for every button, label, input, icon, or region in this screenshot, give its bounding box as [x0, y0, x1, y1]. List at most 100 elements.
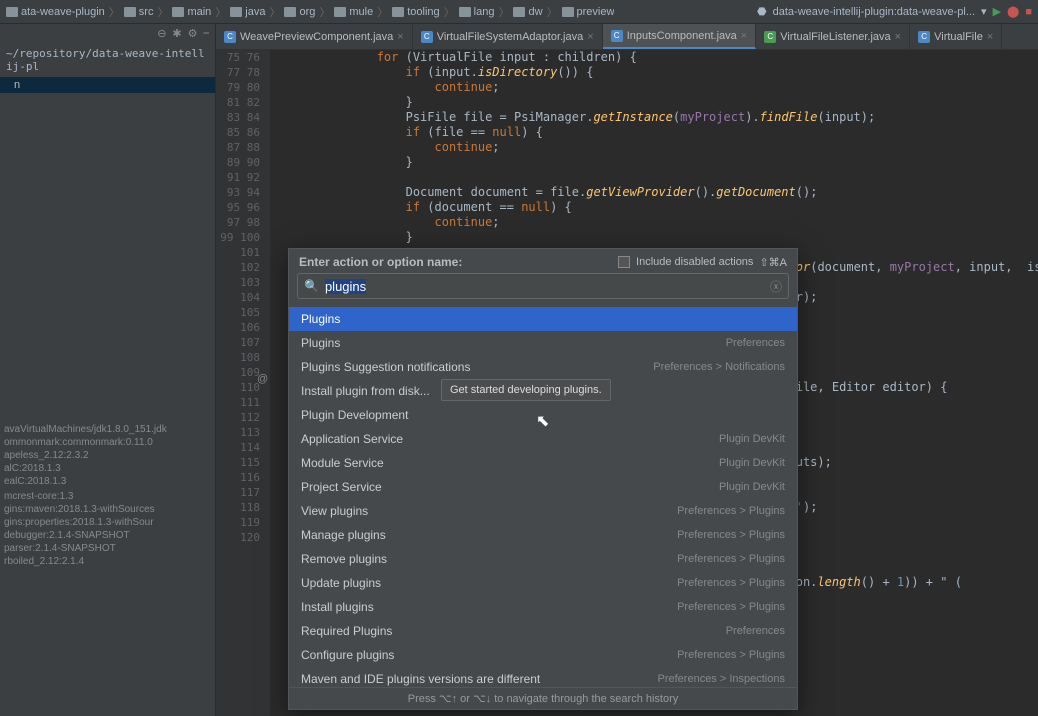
- result-context: Preferences: [726, 625, 785, 637]
- chevron-right-icon: 〉: [319, 4, 330, 20]
- breadcrumb-item[interactable]: main: [172, 6, 211, 18]
- editor-tab[interactable]: CVirtualFileListener.java×: [756, 24, 910, 49]
- result-context: Preferences > Plugins: [677, 577, 785, 589]
- breadcrumb-label: src: [139, 6, 154, 18]
- result-context: Preferences > Plugins: [677, 553, 785, 565]
- run-config-label: data-weave-intellij-plugin:data-weave-pl…: [773, 6, 975, 18]
- chevron-right-icon: 〉: [444, 4, 455, 20]
- search-result[interactable]: Configure plugins Preferences > Plugins: [289, 643, 797, 667]
- search-result[interactable]: Install pluginsPreferences > Plugins: [289, 595, 797, 619]
- library-entry[interactable]: mcrest-core:1.3: [0, 490, 215, 503]
- library-entry[interactable]: ommonmark:commonmark:0.11.0: [0, 436, 215, 449]
- breadcrumb-item[interactable]: mule: [334, 6, 373, 18]
- search-input[interactable]: [319, 279, 770, 294]
- clear-icon[interactable]: ⓧ: [770, 278, 782, 295]
- close-icon[interactable]: ×: [895, 31, 901, 43]
- search-result[interactable]: View pluginsPreferences > Plugins: [289, 499, 797, 523]
- library-entry[interactable]: gins:maven:2018.1.3-withSources: [0, 503, 215, 516]
- breadcrumb-item[interactable]: ata-weave-plugin: [6, 6, 105, 18]
- breadcrumb-label: org: [299, 6, 315, 18]
- tab-label: WeavePreviewComponent.java: [240, 31, 393, 43]
- breadcrumb-label: java: [245, 6, 265, 18]
- search-results: PluginsPluginsPreferencesPlugins Suggest…: [289, 307, 797, 687]
- tooltip: Get started developing plugins.: [441, 379, 611, 401]
- library-entry[interactable]: alC:2018.1.3: [0, 462, 215, 475]
- file-type-icon: C: [224, 31, 236, 43]
- tab-label: InputsComponent.java: [627, 30, 737, 42]
- search-icon: 🔍: [304, 279, 319, 293]
- gear-icon[interactable]: ⚙: [188, 27, 198, 40]
- result-label: Project Service: [301, 480, 382, 494]
- editor-tab[interactable]: C WeavePreviewComponent.java ×: [216, 24, 413, 49]
- result-context: Plugin DevKit: [719, 481, 785, 493]
- tab-label: VirtualFile: [934, 31, 983, 43]
- tab-label: VirtualFileListener.java: [780, 31, 890, 43]
- result-context: Preferences > Plugins: [677, 649, 785, 661]
- editor-tab[interactable]: C VirtualFile ×: [910, 24, 1002, 49]
- search-result[interactable]: Plugins Suggestion notificationsPreferen…: [289, 355, 797, 379]
- hide-icon[interactable]: ⎯: [204, 27, 210, 40]
- library-entry[interactable]: gins:properties:2018.1.3-withSour: [0, 516, 215, 529]
- run-icon[interactable]: ▶: [993, 5, 1001, 18]
- override-marker-icon: @: [257, 373, 268, 385]
- library-entry[interactable]: apeless_2.12:2.3.2: [0, 449, 215, 462]
- result-label: Install plugins: [301, 600, 374, 614]
- close-icon[interactable]: ×: [587, 31, 593, 43]
- close-icon[interactable]: ×: [987, 31, 993, 43]
- chevron-right-icon: 〉: [157, 4, 168, 20]
- include-disabled-checkbox[interactable]: [618, 256, 630, 268]
- breadcrumb-label: ata-weave-plugin: [21, 6, 105, 18]
- popup-shortcut: ⇧⌘A: [759, 256, 787, 269]
- breadcrumb-item[interactable]: src: [124, 6, 154, 18]
- result-context: Plugin DevKit: [719, 457, 785, 469]
- search-result[interactable]: Manage pluginsPreferences > Plugins: [289, 523, 797, 547]
- breadcrumb-item[interactable]: lang: [459, 6, 495, 18]
- folder-icon: [334, 7, 346, 17]
- search-result[interactable]: Remove plugins Preferences > Plugins: [289, 547, 797, 571]
- search-result[interactable]: Plugins: [289, 307, 797, 331]
- search-result[interactable]: Plugin Development: [289, 403, 797, 427]
- run-configuration[interactable]: ⬣ data-weave-intellij-plugin:data-weave-…: [757, 5, 1032, 18]
- chevron-right-icon: 〉: [547, 4, 558, 20]
- folder-icon: [6, 7, 18, 17]
- search-result[interactable]: Update pluginsPreferences > Plugins: [289, 571, 797, 595]
- search-result[interactable]: Project Service Plugin DevKit: [289, 475, 797, 499]
- editor-tab[interactable]: CInputsComponent.java×: [603, 24, 757, 49]
- debug-icon[interactable]: ⬤: [1007, 5, 1019, 18]
- stop-icon[interactable]: ■: [1025, 6, 1032, 18]
- breadcrumb-item[interactable]: preview: [562, 6, 615, 18]
- library-entry[interactable]: ealC:2018.1.3: [0, 475, 215, 488]
- result-label: Configure plugins: [301, 648, 394, 662]
- breadcrumb-path: ata-weave-plugin〉src〉main〉java〉org〉mule〉…: [6, 4, 614, 20]
- search-result[interactable]: Required PluginsPreferences: [289, 619, 797, 643]
- breadcrumb-label: lang: [474, 6, 495, 18]
- include-disabled-label: Include disabled actions: [636, 256, 753, 268]
- close-icon[interactable]: ×: [741, 30, 747, 42]
- breadcrumb-item[interactable]: java: [230, 6, 265, 18]
- repo-path: ~/repository/data-weave-intellij-pl: [0, 43, 215, 77]
- search-result[interactable]: PluginsPreferences: [289, 331, 797, 355]
- breadcrumb-item[interactable]: dw: [513, 6, 542, 18]
- editor-tab[interactable]: CVirtualFileSystemAdaptor.java×: [413, 24, 603, 49]
- settings-icon[interactable]: ✱: [172, 27, 181, 40]
- result-label: Maven and IDE plugins versions are diffe…: [301, 672, 540, 686]
- search-result[interactable]: Application ServicePlugin DevKit: [289, 427, 797, 451]
- result-label: View plugins: [301, 504, 368, 518]
- tree-item-selected[interactable]: n: [0, 77, 215, 93]
- result-label: Plugin Development: [301, 408, 408, 422]
- library-entry[interactable]: avaVirtualMachines/jdk1.8.0_151.jdk: [0, 423, 215, 436]
- collapse-icon[interactable]: ⊖: [157, 27, 166, 40]
- chevron-right-icon: 〉: [215, 4, 226, 20]
- result-context: Preferences > Inspections: [658, 673, 786, 685]
- library-entry[interactable]: debugger:2.1.4-SNAPSHOT: [0, 529, 215, 542]
- library-entry[interactable]: rboiled_2.12:2.1.4: [0, 555, 215, 568]
- search-result[interactable]: Module Service Plugin DevKit: [289, 451, 797, 475]
- result-label: Remove plugins: [301, 552, 387, 566]
- result-label: Module Service: [301, 456, 384, 470]
- search-result[interactable]: Maven and IDE plugins versions are diffe…: [289, 667, 797, 687]
- library-entry[interactable]: parser:2.1.4-SNAPSHOT: [0, 542, 215, 555]
- breadcrumb-item[interactable]: org: [284, 6, 315, 18]
- close-icon[interactable]: ×: [397, 31, 403, 43]
- file-type-icon: C: [918, 31, 930, 43]
- breadcrumb-item[interactable]: tooling: [392, 6, 439, 18]
